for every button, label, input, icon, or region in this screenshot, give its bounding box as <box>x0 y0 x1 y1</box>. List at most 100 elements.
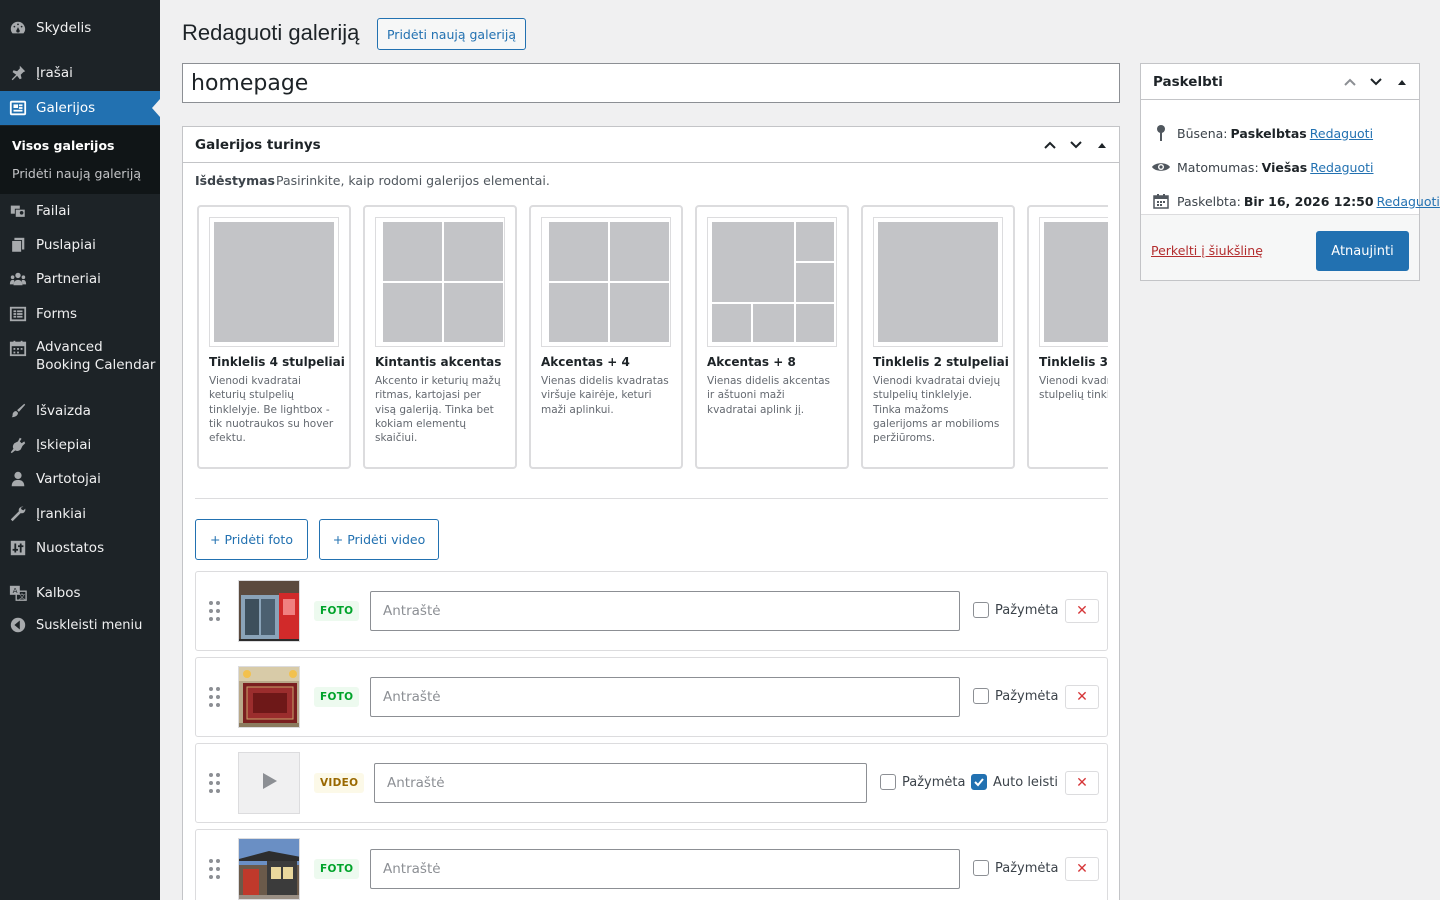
sidebar-item-booking-calendar[interactable]: Advanced Booking Calendar <box>0 334 160 378</box>
checkbox-label: Auto leisti <box>993 774 1059 790</box>
update-button[interactable]: Atnaujinti <box>1316 231 1409 271</box>
layout-card-grid-2[interactable]: Tinklelis 2 stulpeliai Vienodi kvadratai… <box>861 205 1015 469</box>
layout-preview <box>1039 217 1108 347</box>
add-video-button[interactable]: + Pridėti video <box>319 519 439 560</box>
autoplay-checkbox[interactable]: Auto leisti <box>971 774 1058 790</box>
toggle-panel-icon[interactable] <box>1091 134 1113 156</box>
layout-desc: Vienodi kvadratai dviejų stulpelių tinkl… <box>873 375 1001 445</box>
translation-icon: A文 <box>9 584 27 602</box>
gallery-content-header: Galerijos turinys <box>183 127 1119 163</box>
item-type-badge: FOTO <box>314 859 360 879</box>
move-down-icon[interactable] <box>1365 71 1387 93</box>
sidebar-item-plugins[interactable]: Įskiepiai <box>0 428 160 462</box>
move-up-icon[interactable] <box>1339 71 1361 93</box>
sidebar-item-forms[interactable]: Forms <box>0 297 160 331</box>
sidebar-item-partners[interactable]: Partneriai <box>0 262 160 296</box>
submenu-all-galleries[interactable]: Visos galerijos <box>12 138 114 153</box>
sidebar-item-languages[interactable]: A文 Kalbos <box>0 576 160 610</box>
key-pin-icon <box>1151 124 1171 142</box>
layout-card-alternating[interactable]: Kintantis akcentas Akcento ir keturių ma… <box>363 205 517 469</box>
layout-desc: Vienas didelis kvadratas viršuje kairėje… <box>541 375 669 416</box>
sidebar-item-label: Įrašai <box>36 65 73 81</box>
gallery-icon <box>9 99 27 117</box>
gallery-item-row: FOTO Pažymėta ✕ <box>195 657 1108 737</box>
layout-preview <box>209 217 339 347</box>
toggle-panel-icon[interactable] <box>1391 71 1413 93</box>
add-photo-button[interactable]: + Pridėti foto <box>195 519 308 560</box>
layout-card-accent-8[interactable]: Akcentas + 8 Vienas didelis akcentas ir … <box>695 205 849 469</box>
gallery-content-box: Galerijos turinys Išdėstymas Pasirinkite… <box>182 126 1120 900</box>
status-value: Paskelbtas <box>1230 125 1307 141</box>
checkbox-box-checked[interactable] <box>971 774 987 790</box>
sidebar-item-pages[interactable]: Puslapiai <box>0 228 160 262</box>
item-thumbnail <box>238 666 300 728</box>
sidebar-item-galleries[interactable]: Galerijos <box>0 91 160 125</box>
gallery-title-input[interactable] <box>182 63 1120 103</box>
sidebar-item-settings[interactable]: Nuostatos <box>0 531 160 565</box>
sidebar-item-users[interactable]: Vartotojai <box>0 462 160 496</box>
settings-icon <box>9 539 27 557</box>
checkbox-box[interactable] <box>973 860 989 876</box>
calendar-icon <box>9 339 27 357</box>
sidebar-item-label: Puslapiai <box>36 237 96 253</box>
checkbox-label: Pažymėta <box>995 602 1059 618</box>
caption-input[interactable] <box>370 677 960 717</box>
layout-preview <box>375 217 505 347</box>
move-to-trash-link[interactable]: Perkelti į šiukšlinę <box>1151 243 1263 258</box>
admin-sidebar: Skydelis Įrašai Galerijos Visos galerijo… <box>0 0 160 900</box>
collapse-menu-button[interactable]: Suskleisti meniu <box>0 608 160 642</box>
layout-card-grid-3[interactable]: Tinklelis 3 stulpeliai Vienodi kvadratai… <box>1027 205 1108 469</box>
edit-visibility-link[interactable]: Redaguoti <box>1310 160 1373 175</box>
layout-card-accent-4[interactable]: Akcentas + 4 Vienas didelis kvadratas vi… <box>529 205 683 469</box>
caption-input[interactable] <box>370 591 960 631</box>
checkbox-box[interactable] <box>973 602 989 618</box>
featured-checkbox[interactable]: Pažymėta <box>880 774 965 790</box>
item-thumbnail <box>238 838 300 900</box>
checkbox-box[interactable] <box>880 774 896 790</box>
svg-text:A: A <box>13 586 18 595</box>
delete-item-button[interactable]: ✕ <box>1065 685 1099 709</box>
featured-checkbox[interactable]: Pažymėta <box>973 602 1058 618</box>
eye-icon <box>1151 158 1171 176</box>
sidebar-item-label: Kalbos <box>36 585 81 601</box>
caption-input[interactable] <box>374 763 867 803</box>
layout-desc: Vienodi kvadratai trijų stulpelių tinkle… <box>1039 375 1108 402</box>
publish-header: Paskelbti <box>1141 64 1419 100</box>
sidebar-item-label: Partneriai <box>36 271 101 287</box>
move-up-icon[interactable] <box>1039 134 1061 156</box>
item-thumbnail <box>238 580 300 642</box>
edit-date-link[interactable]: Redaguoti <box>1377 194 1440 209</box>
caption-input[interactable] <box>370 849 960 889</box>
sidebar-item-posts[interactable]: Įrašai <box>0 56 160 90</box>
drag-handle-icon[interactable] <box>208 772 222 794</box>
drag-handle-icon[interactable] <box>208 686 222 708</box>
section-divider <box>195 498 1108 499</box>
delete-item-button[interactable]: ✕ <box>1065 599 1099 623</box>
move-down-icon[interactable] <box>1065 134 1087 156</box>
layout-desc: Vienodi kvadratai keturių stulpelių tink… <box>209 375 334 445</box>
submenu-add-new-gallery[interactable]: Pridėti naują galeriją <box>12 166 141 181</box>
layout-name: Tinklelis 2 stulpeliai <box>873 355 1009 369</box>
delete-item-button[interactable]: ✕ <box>1065 857 1099 881</box>
delete-item-button[interactable]: ✕ <box>1065 771 1099 795</box>
sidebar-item-label: Įskiepiai <box>36 437 92 453</box>
featured-checkbox[interactable]: Pažymėta <box>973 860 1058 876</box>
featured-checkbox[interactable]: Pažymėta <box>973 688 1058 704</box>
gallery-item-row: VIDEO Pažymėta Auto leisti ✕ <box>195 743 1108 823</box>
add-new-gallery-button[interactable]: Pridėti naują galeriją <box>377 18 526 50</box>
layout-card-grid-4[interactable]: Tinklelis 4 stulpeliai Vienodi kvadratai… <box>197 205 351 469</box>
video-thumbnail <box>238 752 300 814</box>
sidebar-item-dashboard[interactable]: Skydelis <box>0 11 160 45</box>
sidebar-item-appearance[interactable]: Išvaizda <box>0 394 160 428</box>
layout-label: Išdėstymas <box>195 173 275 188</box>
edit-status-link[interactable]: Redaguoti <box>1310 126 1373 141</box>
drag-handle-icon[interactable] <box>208 600 222 622</box>
status-label: Būsena: <box>1177 125 1228 141</box>
sidebar-item-media[interactable]: Failai <box>0 194 160 228</box>
drag-handle-icon[interactable] <box>208 858 222 880</box>
layout-name: Tinklelis 4 stulpeliai <box>209 355 345 369</box>
checkbox-box[interactable] <box>973 688 989 704</box>
checkbox-label: Pažymėta <box>995 688 1059 704</box>
dashboard-icon <box>9 19 27 37</box>
sidebar-item-tools[interactable]: Įrankiai <box>0 497 160 531</box>
